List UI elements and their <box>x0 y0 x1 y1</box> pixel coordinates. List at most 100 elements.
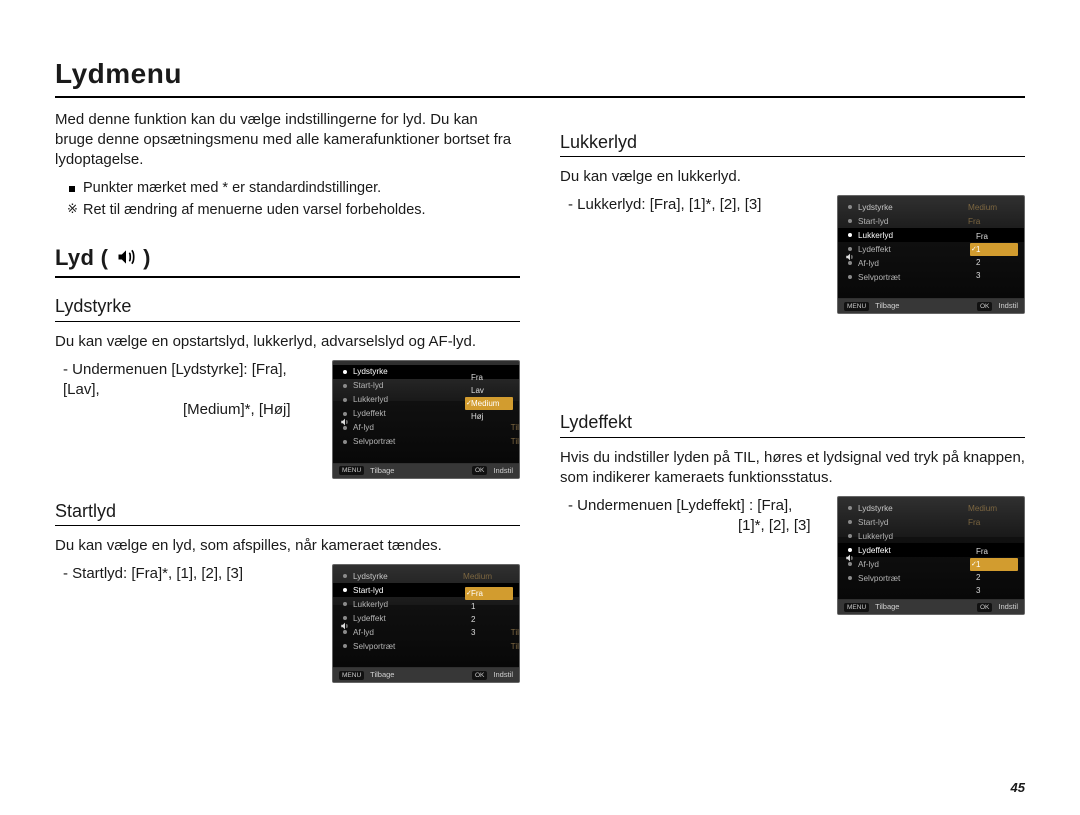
startlyd-body: Du kan vælge en lyd, som afspilles, når … <box>55 536 520 556</box>
sg-footer-ok-tag: OK <box>472 671 487 680</box>
sg-footer-menu-tag: MENU <box>339 466 364 475</box>
lydstyrke-option-line2: [Medium]*, [Høj] <box>55 400 318 420</box>
sg-footer: MENU Tilbage OK Indstil <box>838 299 1024 313</box>
sg-footer-back: Tilbage <box>875 301 899 311</box>
lukkerlyd-option-row: - Lukkerlyd: [Fra], [1]*, [2], [3] Lydst… <box>560 195 1025 314</box>
sg-option: Fra <box>465 371 513 384</box>
lukkerlyd-option-text: - Lukkerlyd: [Fra], [1]*, [2], [3] <box>560 195 823 215</box>
sg-footer-ok-tag: OK <box>472 466 487 475</box>
page: Lydmenu Med denne funktion kan du vælge … <box>0 0 1080 815</box>
sg-footer: MENU Tilbage OK Indstil <box>333 464 519 478</box>
speaker-icon <box>340 417 350 430</box>
lukkerlyd-option-line: - Lukkerlyd: [Fra], [1]*, [2], [3] <box>560 195 823 215</box>
page-title: Lydmenu <box>55 55 1025 98</box>
sg-right-val: Medium <box>968 503 1024 514</box>
sg-right-val: Medium <box>968 202 1024 213</box>
sg-footer-menu-tag: MENU <box>339 671 364 680</box>
lyd-title-close: ) <box>137 245 151 270</box>
sg-item: Lydstyrke <box>858 503 968 514</box>
sg-item: Lydstyrke <box>353 571 463 582</box>
sg-item: Lukkerlyd <box>858 531 1024 542</box>
sg-option: 2 <box>970 256 1018 269</box>
sg-right-val: Til <box>511 436 519 447</box>
lukkerlyd-body: Du kan vælge en lukkerlyd. <box>560 167 1025 187</box>
sg-footer-ok-tag: OK <box>977 302 992 311</box>
lukkerlyd-heading: Lukkerlyd <box>560 130 1025 157</box>
sg-options: Fra Lav Medium Høj <box>465 371 513 423</box>
sg-right-val: Medium <box>463 571 519 582</box>
sg-option-selected: 1 <box>970 243 1018 256</box>
lydeffekt-heading: Lydeffekt <box>560 410 1025 437</box>
sg-right-val: Fra <box>968 216 1024 227</box>
right-column: Lukkerlyd Du kan vælge en lukkerlyd. - L… <box>560 100 1025 704</box>
sg-footer-back: Tilbage <box>370 466 394 476</box>
startlyd-option-text: - Startlyd: [Fra]*, [1], [2], [3] <box>55 564 318 584</box>
lydeffekt-option-line2: [1]*, [2], [3] <box>560 516 823 536</box>
sg-item: Af-lyd <box>353 422 511 433</box>
sg-option: Fra <box>970 545 1018 558</box>
sg-right-val: Til <box>511 422 519 433</box>
sg-option: Fra <box>970 230 1018 243</box>
lydeffekt-body: Hvis du indstiller lyden på TIL, høres e… <box>560 448 1025 489</box>
sg-option-selected: Fra <box>465 587 513 600</box>
sg-footer-ok: Indstil <box>998 301 1018 311</box>
sg-option-selected: 1 <box>970 558 1018 571</box>
lydeffekt-option-line1: - Undermenuen [Lydeffekt] : [Fra], <box>560 496 823 516</box>
intro-bullets: Punkter mærket med * er standardindstill… <box>69 179 520 221</box>
lyd-section-title: Lyd ( ) <box>55 243 520 279</box>
sg-item: Selvportræt <box>353 436 511 447</box>
sg-item: Lydstyrke <box>858 202 968 213</box>
sg-right-val: Til <box>511 641 519 652</box>
intro-bullet-1: Punkter mærket med * er standardindstill… <box>69 179 520 199</box>
sg-option: 3 <box>465 626 513 639</box>
sg-option: 1 <box>465 600 513 613</box>
sg-footer-back: Tilbage <box>875 602 899 612</box>
sg-right-val: Fra <box>968 517 1024 528</box>
sg-footer-ok: Indstil <box>493 670 513 680</box>
sg-footer-ok-tag: OK <box>977 603 992 612</box>
sg-option: 3 <box>970 269 1018 282</box>
sg-options: Fra 1 2 3 <box>465 587 513 639</box>
sg-footer-ok: Indstil <box>998 602 1018 612</box>
left-column: Med denne funktion kan du vælge indstill… <box>55 100 520 704</box>
lydstyrke-heading: Lydstyrke <box>55 294 520 321</box>
sg-options: Fra 1 2 3 <box>970 545 1018 597</box>
startlyd-option-line: - Startlyd: [Fra]*, [1], [2], [3] <box>55 564 318 584</box>
sg-footer: MENU Tilbage OK Indstil <box>333 668 519 682</box>
sg-footer-menu-tag: MENU <box>844 302 869 311</box>
sg-footer-ok: Indstil <box>493 466 513 476</box>
sg-footer-menu-tag: MENU <box>844 603 869 612</box>
sg-footer: MENU Tilbage OK Indstil <box>838 600 1024 614</box>
lukkerlyd-screenshot: LydstyrkeMedium Start-lydFra Lukkerlyd L… <box>837 195 1025 314</box>
sg-option: 3 <box>970 584 1018 597</box>
sg-item: Selvportræt <box>353 641 511 652</box>
sg-option: 2 <box>465 613 513 626</box>
speaker-icon <box>845 553 855 566</box>
two-column-layout: Med denne funktion kan du vælge indstill… <box>55 100 1025 704</box>
page-number: 45 <box>1011 779 1025 797</box>
lydstyrke-body: Du kan vælge en opstartslyd, lukkerlyd, … <box>55 332 520 352</box>
lydeffekt-option-row: - Undermenuen [Lydeffekt] : [Fra], [1]*,… <box>560 496 1025 615</box>
lydeffekt-option-text: - Undermenuen [Lydeffekt] : [Fra], [1]*,… <box>560 496 823 537</box>
intro-bullet-2: Ret til ændring af menuerne uden varsel … <box>69 201 520 221</box>
speaker-icon <box>115 247 137 267</box>
lydeffekt-screenshot: LydstyrkeMedium Start-lydFra Lukkerlyd L… <box>837 496 1025 615</box>
lydstyrke-option-row: - Undermenuen [Lydstyrke]: [Fra], [Lav],… <box>55 360 520 479</box>
lyd-title-text: Lyd ( <box>55 245 115 270</box>
speaker-icon <box>340 621 350 634</box>
lydstyrke-option-text: - Undermenuen [Lydstyrke]: [Fra], [Lav],… <box>55 360 318 421</box>
sg-option: 2 <box>970 571 1018 584</box>
speaker-icon <box>845 252 855 265</box>
lydstyrke-option-line1: - Undermenuen [Lydstyrke]: [Fra], [Lav], <box>55 360 318 401</box>
startlyd-option-row: - Startlyd: [Fra]*, [1], [2], [3] Lydsty… <box>55 564 520 683</box>
sg-option: Høj <box>465 410 513 423</box>
sg-options: Fra 1 2 3 <box>970 230 1018 282</box>
sg-item: Start-lyd <box>858 216 968 227</box>
sg-item: Start-lyd <box>858 517 968 528</box>
sg-option: Lav <box>465 384 513 397</box>
sg-footer-back: Tilbage <box>370 670 394 680</box>
lydstyrke-screenshot: Lydstyrke Start-lyd Lukkerlyd Lydeffekt … <box>332 360 520 479</box>
startlyd-screenshot: LydstyrkeMedium Start-lyd Lukkerlyd Lyde… <box>332 564 520 683</box>
startlyd-heading: Startlyd <box>55 499 520 526</box>
sg-option-selected: Medium <box>465 397 513 410</box>
